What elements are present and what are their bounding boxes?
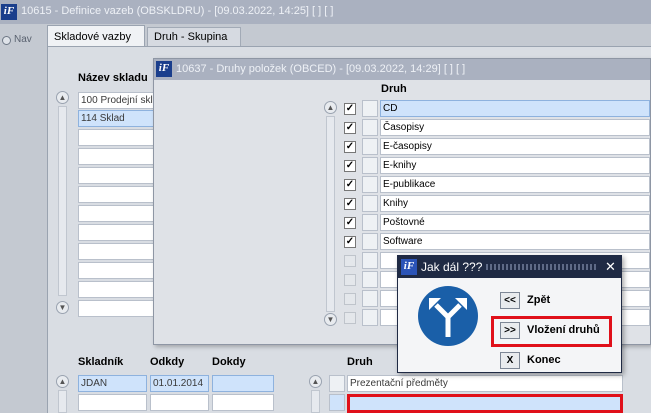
skladnik-header: Skladník <box>78 356 124 368</box>
konec-button[interactable]: X <box>500 352 520 369</box>
druh-item[interactable]: E-časopisy <box>380 138 650 155</box>
sklad-scrollbar[interactable] <box>58 106 67 296</box>
back-label[interactable]: Zpět <box>527 294 550 306</box>
sklad-row[interactable]: 100 Prodejní sklad <box>78 92 154 109</box>
druh-row-marker[interactable] <box>362 138 378 155</box>
druh-row-marker[interactable] <box>362 214 378 231</box>
druh-row-marker[interactable] <box>362 100 378 117</box>
tab-skladove-vazby[interactable]: Skladové vazby <box>47 25 145 47</box>
druh-item[interactable]: Software <box>380 233 650 250</box>
druh-row-marker[interactable] <box>362 119 378 136</box>
insert-druhy-label[interactable]: Vložení druhů <box>527 324 600 336</box>
bottom-scrollbar[interactable] <box>58 390 67 413</box>
druh-row-marker[interactable] <box>362 309 378 326</box>
druh-checkbox[interactable]: ✓ <box>344 217 356 229</box>
druh-bottom-header: Druh <box>347 356 373 368</box>
druh-bottom-scrollbar[interactable] <box>311 390 320 413</box>
dialog-titlebar: iF Jak dál ??? ✕ <box>398 256 621 278</box>
dokdy-field-empty[interactable] <box>212 394 274 411</box>
odkdy-field[interactable]: 01.01.2014 <box>150 375 209 392</box>
tab-label: Druh - Skupina <box>154 31 228 43</box>
druh-checkbox-empty[interactable] <box>344 274 356 286</box>
app-logo-icon: iF <box>401 259 417 275</box>
back-button[interactable]: << <box>500 292 520 309</box>
scroll-down-icon[interactable]: ▼ <box>324 313 337 326</box>
scroll-up-icon[interactable]: ▲ <box>309 375 322 388</box>
dialog-title: Jak dál ??? <box>421 260 483 274</box>
druh-item[interactable]: Poštovné <box>380 214 650 231</box>
druh-row-marker[interactable] <box>362 176 378 193</box>
druhy-titlebar: iF 10637 - Druhy položek (OBCED) - [09.0… <box>154 59 650 80</box>
nav-toggle[interactable]: Nav <box>2 34 42 48</box>
close-icon[interactable]: ✕ <box>605 259 616 275</box>
druh-bottom-field[interactable]: Prezentační předměty <box>347 375 623 392</box>
druh-checkbox-empty[interactable] <box>344 293 356 305</box>
radio-icon <box>2 36 11 45</box>
insert-druhy-button[interactable]: >> <box>500 322 520 339</box>
sklad-row-empty[interactable] <box>78 262 154 279</box>
druh-row-marker[interactable] <box>329 394 345 411</box>
druh-checkbox[interactable]: ✓ <box>344 236 356 248</box>
druh-row-marker[interactable] <box>362 252 378 269</box>
app-logo-icon: iF <box>1 4 17 20</box>
druh-checkbox[interactable]: ✓ <box>344 103 356 115</box>
sklad-row-empty[interactable] <box>78 186 154 203</box>
nav-label: Nav <box>14 34 32 45</box>
odkdy-header: Odkdy <box>150 356 185 368</box>
sklad-row-empty[interactable] <box>78 167 154 184</box>
sklad-row-empty[interactable] <box>78 129 154 146</box>
skladnik-field-empty[interactable] <box>78 394 147 411</box>
druh-checkbox[interactable]: ✓ <box>344 122 356 134</box>
sklad-row-empty[interactable] <box>78 300 154 317</box>
druh-row-marker[interactable] <box>362 195 378 212</box>
druh-checkbox-empty[interactable] <box>344 312 356 324</box>
jak-dal-dialog: iF Jak dál ??? ✕ << Zpět >> Vložení druh… <box>397 255 622 373</box>
scroll-up-icon[interactable]: ▲ <box>56 375 69 388</box>
main-titlebar: iF 10615 - Definice vazeb (OBSKLDRU) - [… <box>0 0 651 24</box>
sklad-row-empty[interactable] <box>78 148 154 165</box>
druh-row-marker[interactable] <box>329 375 345 392</box>
druh-checkbox[interactable]: ✓ <box>344 198 356 210</box>
druh-item[interactable]: Časopisy <box>380 119 650 136</box>
druh-header: Druh <box>381 83 407 95</box>
sklad-row-empty[interactable] <box>78 224 154 241</box>
druh-row-marker[interactable] <box>362 233 378 250</box>
druhy-window-title: 10637 - Druhy položek (OBCED) - [09.03.2… <box>176 63 466 75</box>
druh-checkbox[interactable]: ✓ <box>344 179 356 191</box>
titlebar-grip <box>486 264 596 270</box>
dokdy-field[interactable] <box>212 375 274 392</box>
druh-item[interactable]: CD <box>380 100 650 117</box>
split-arrow-icon <box>418 286 478 346</box>
druh-checkbox[interactable]: ✓ <box>344 141 356 153</box>
druhy-scrollbar[interactable] <box>326 116 335 312</box>
sklad-row[interactable]: 114 Sklad <box>78 110 154 127</box>
scroll-up-icon[interactable]: ▲ <box>56 91 69 104</box>
dokdy-header: Dokdy <box>212 356 246 368</box>
druh-checkbox-empty[interactable] <box>344 255 356 267</box>
druh-row-marker[interactable] <box>362 290 378 307</box>
sklad-row-empty[interactable] <box>78 243 154 260</box>
konec-label[interactable]: Konec <box>527 354 561 366</box>
odkdy-field-empty[interactable] <box>150 394 209 411</box>
druh-row-marker[interactable] <box>362 157 378 174</box>
app-logo-icon: iF <box>156 61 172 77</box>
skladnik-field[interactable]: JDAN <box>78 375 147 392</box>
main-window-title: 10615 - Definice vazeb (OBSKLDRU) - [09.… <box>21 5 334 17</box>
druh-checkbox[interactable]: ✓ <box>344 160 356 172</box>
druh-bottom-field-new[interactable] <box>347 394 623 413</box>
tab-label: Skladové vazby <box>54 31 132 43</box>
tab-druh-skupina[interactable]: Druh - Skupina <box>147 27 241 46</box>
sklad-row-empty[interactable] <box>78 205 154 222</box>
druh-item[interactable]: E-publikace <box>380 176 650 193</box>
druh-item[interactable]: Knihy <box>380 195 650 212</box>
druh-item[interactable]: E-knihy <box>380 157 650 174</box>
scroll-down-icon[interactable]: ▼ <box>56 301 69 314</box>
sklad-header: Název skladu <box>78 72 148 84</box>
sklad-row-empty[interactable] <box>78 281 154 298</box>
scroll-up-icon[interactable]: ▲ <box>324 101 337 114</box>
druh-row-marker[interactable] <box>362 271 378 288</box>
